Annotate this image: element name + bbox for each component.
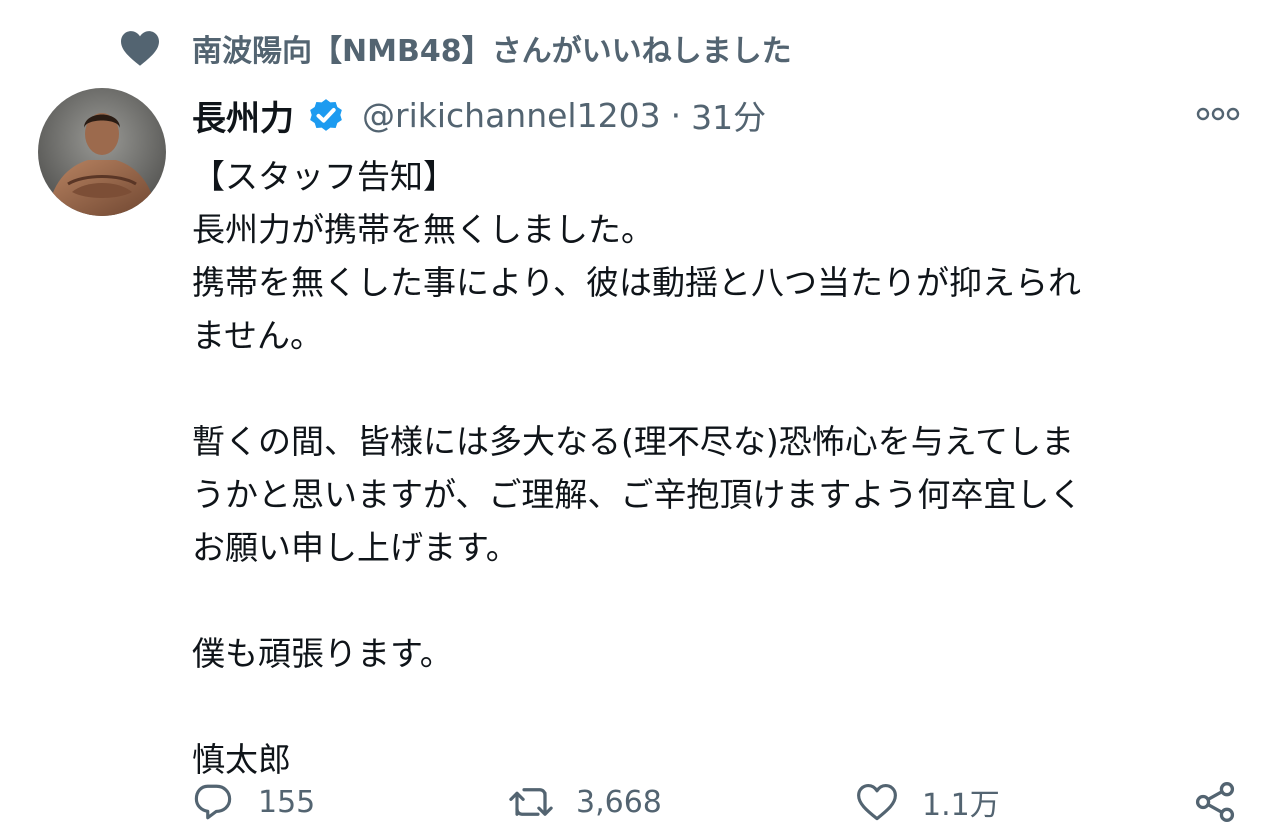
heart-icon [118,26,162,70]
tweet-line: 長州力が携帯を無くしました。 [192,210,654,249]
tweet-line: 僕も頑張ります。 [192,634,453,673]
tweet-header: 長州力 @rikichannel1203 · 31分 [192,88,766,142]
tweet-actions: 155 3,668 1.1万 [0,776,1280,828]
tweet-line: 【スタッフ告知】 [192,157,456,196]
retweet-count: 3,668 [576,784,662,820]
heart-outline-icon [854,779,900,825]
tweet-line: うかと思いますが、ご理解、ご辛抱頂けますよう何卒宜しく [192,475,1083,514]
author-handle[interactable]: @rikichannel1203 [362,96,661,135]
retweet-button[interactable]: 3,668 [508,776,662,828]
tweet-timestamp[interactable]: 31分 [691,91,766,139]
reply-count: 155 [258,784,316,820]
verified-badge-icon [306,95,346,135]
tweet-text: 【スタッフ告知】 長州力が携帯を無くしました。 携帯を無くした事により、彼は動揺… [192,150,1252,786]
reply-icon [190,779,236,825]
like-count: 1.1万 [922,788,1000,823]
more-options-icon[interactable] [1192,96,1244,132]
author-name[interactable]: 長州力 [192,91,294,140]
tweet-line: ません。 [192,316,324,355]
reply-button[interactable]: 155 [190,776,315,828]
separator-dot: · [670,95,682,135]
social-context[interactable]: 南波陽向【NMB48】さんがいいねしました [118,24,792,72]
like-button[interactable]: 1.1万 [854,776,1000,828]
share-icon [1192,779,1238,825]
tweet-line: お願い申し上げます。 [192,528,519,567]
tweet-line: 暫くの間、皆様には多大なる(理不尽な)恐怖心を与えてしま [192,422,1075,461]
avatar[interactable] [38,88,166,216]
retweet-icon [508,779,554,825]
social-context-text: 南波陽向【NMB48】さんがいいねしました [192,34,792,69]
share-button[interactable] [1192,776,1238,828]
tweet-line: 携帯を無くした事により、彼は動揺と八つ当たりが抑えられ [192,263,1082,302]
